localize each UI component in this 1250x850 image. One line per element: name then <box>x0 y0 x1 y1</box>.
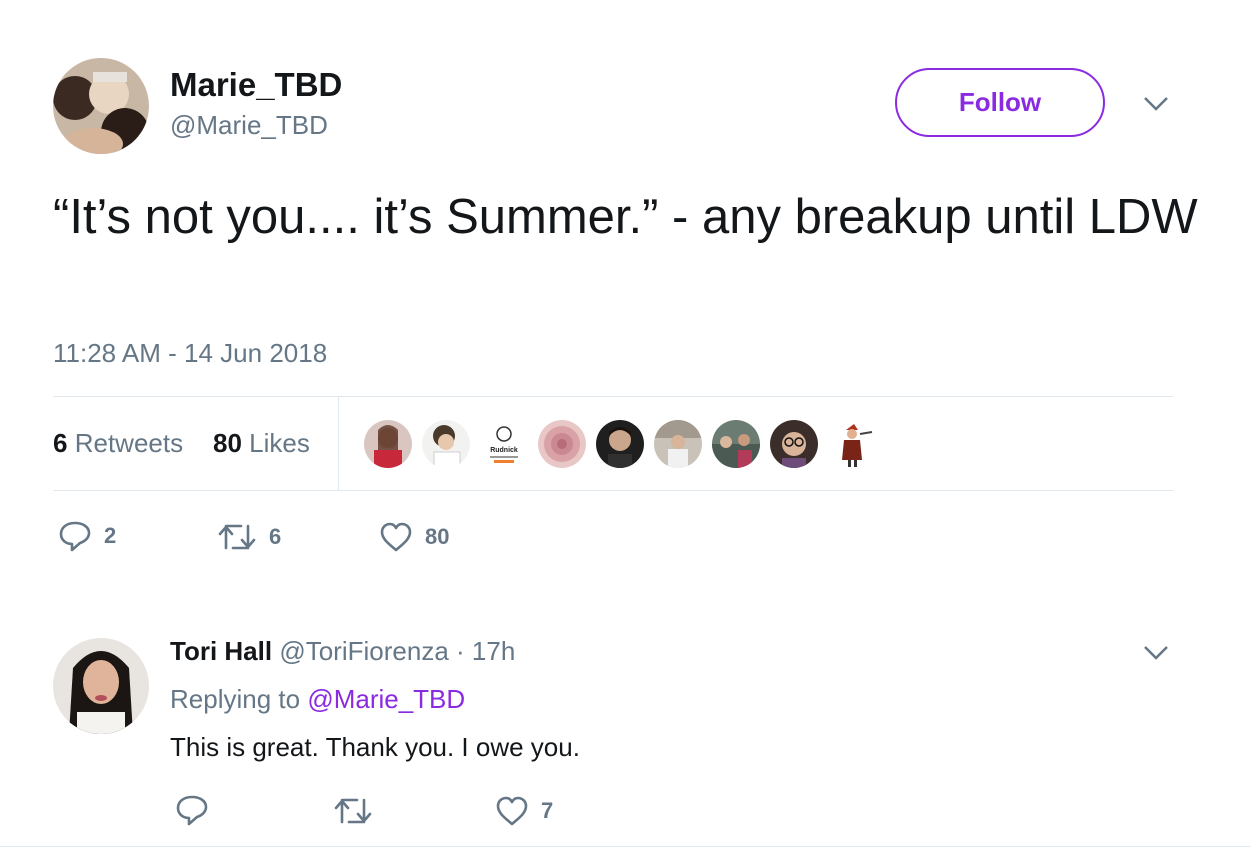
liker-avatar-1[interactable] <box>364 420 412 468</box>
replying-to: Replying to @Marie_TBD <box>170 684 465 715</box>
like-icon <box>496 796 528 826</box>
liker-avatar-9[interactable] <box>828 420 876 468</box>
like-count: 80 <box>425 524 450 549</box>
reply-time[interactable]: 17h <box>472 636 515 666</box>
divider <box>0 846 1250 847</box>
reply-like-count: 7 <box>541 798 554 823</box>
retweet-button[interactable]: 6 <box>217 522 281 552</box>
author-handle[interactable]: @Marie_TBD <box>170 110 328 141</box>
retweets-label: Retweets <box>74 428 184 458</box>
reply-button[interactable]: 2 <box>58 520 116 552</box>
retweet-icon <box>218 524 256 550</box>
likes-stat[interactable]: 80 Likes <box>213 428 310 459</box>
reply-author-avatar[interactable] <box>53 638 149 734</box>
chevron-down-icon[interactable] <box>1143 645 1169 661</box>
liker-avatar-4[interactable] <box>538 420 586 468</box>
reply-author-handle[interactable]: @ToriFiorenza <box>279 636 448 666</box>
reply-icon <box>176 795 208 826</box>
reply-author-name[interactable]: Tori Hall <box>170 636 272 666</box>
liker-avatar-5[interactable] <box>596 420 644 468</box>
tweet-timestamp[interactable]: 11:28 AM - 14 Jun 2018 <box>53 338 327 369</box>
chevron-down-icon[interactable] <box>1143 96 1169 112</box>
liker-avatar-8[interactable] <box>770 420 818 468</box>
rudnick-logo-text: Rudnick <box>490 447 518 454</box>
reply-count: 2 <box>104 523 117 548</box>
reply-icon <box>59 521 91 552</box>
tweet-text: “It’s not you.... it’s Summer.” - any br… <box>53 190 1198 244</box>
retweet-icon <box>334 798 372 824</box>
divider <box>53 490 1173 491</box>
replying-handle-link[interactable]: @Marie_TBD <box>307 684 465 714</box>
replying-prefix: Replying to <box>170 684 301 714</box>
reply-like-button[interactable]: 7 <box>495 795 553 827</box>
likes-label: Likes <box>249 428 310 458</box>
divider-vertical <box>338 397 339 490</box>
retweet-count: 6 <box>269 524 282 549</box>
author-display-name[interactable]: Marie_TBD <box>170 66 342 104</box>
liker-avatar-2[interactable] <box>422 420 470 468</box>
divider <box>53 396 1173 397</box>
reply-retweet-button[interactable] <box>333 796 373 826</box>
retweets-count: 6 <box>53 428 68 458</box>
liker-avatar-6[interactable] <box>654 420 702 468</box>
reply-header: Tori Hall @ToriFiorenza · 17h <box>170 636 515 667</box>
liker-avatar-7[interactable] <box>712 420 760 468</box>
retweets-stat[interactable]: 6 Retweets <box>53 428 183 459</box>
like-button[interactable]: 80 <box>379 521 449 553</box>
liker-avatar-3[interactable]: Rudnick <box>480 420 528 468</box>
reply-text: This is great. Thank you. I owe you. <box>170 732 580 762</box>
like-icon <box>380 522 412 552</box>
author-avatar[interactable] <box>53 58 149 154</box>
reply-reply-button[interactable] <box>175 794 209 826</box>
follow-button[interactable]: Follow <box>895 68 1105 137</box>
reply-separator: · <box>456 636 465 666</box>
likes-count: 80 <box>213 428 242 458</box>
